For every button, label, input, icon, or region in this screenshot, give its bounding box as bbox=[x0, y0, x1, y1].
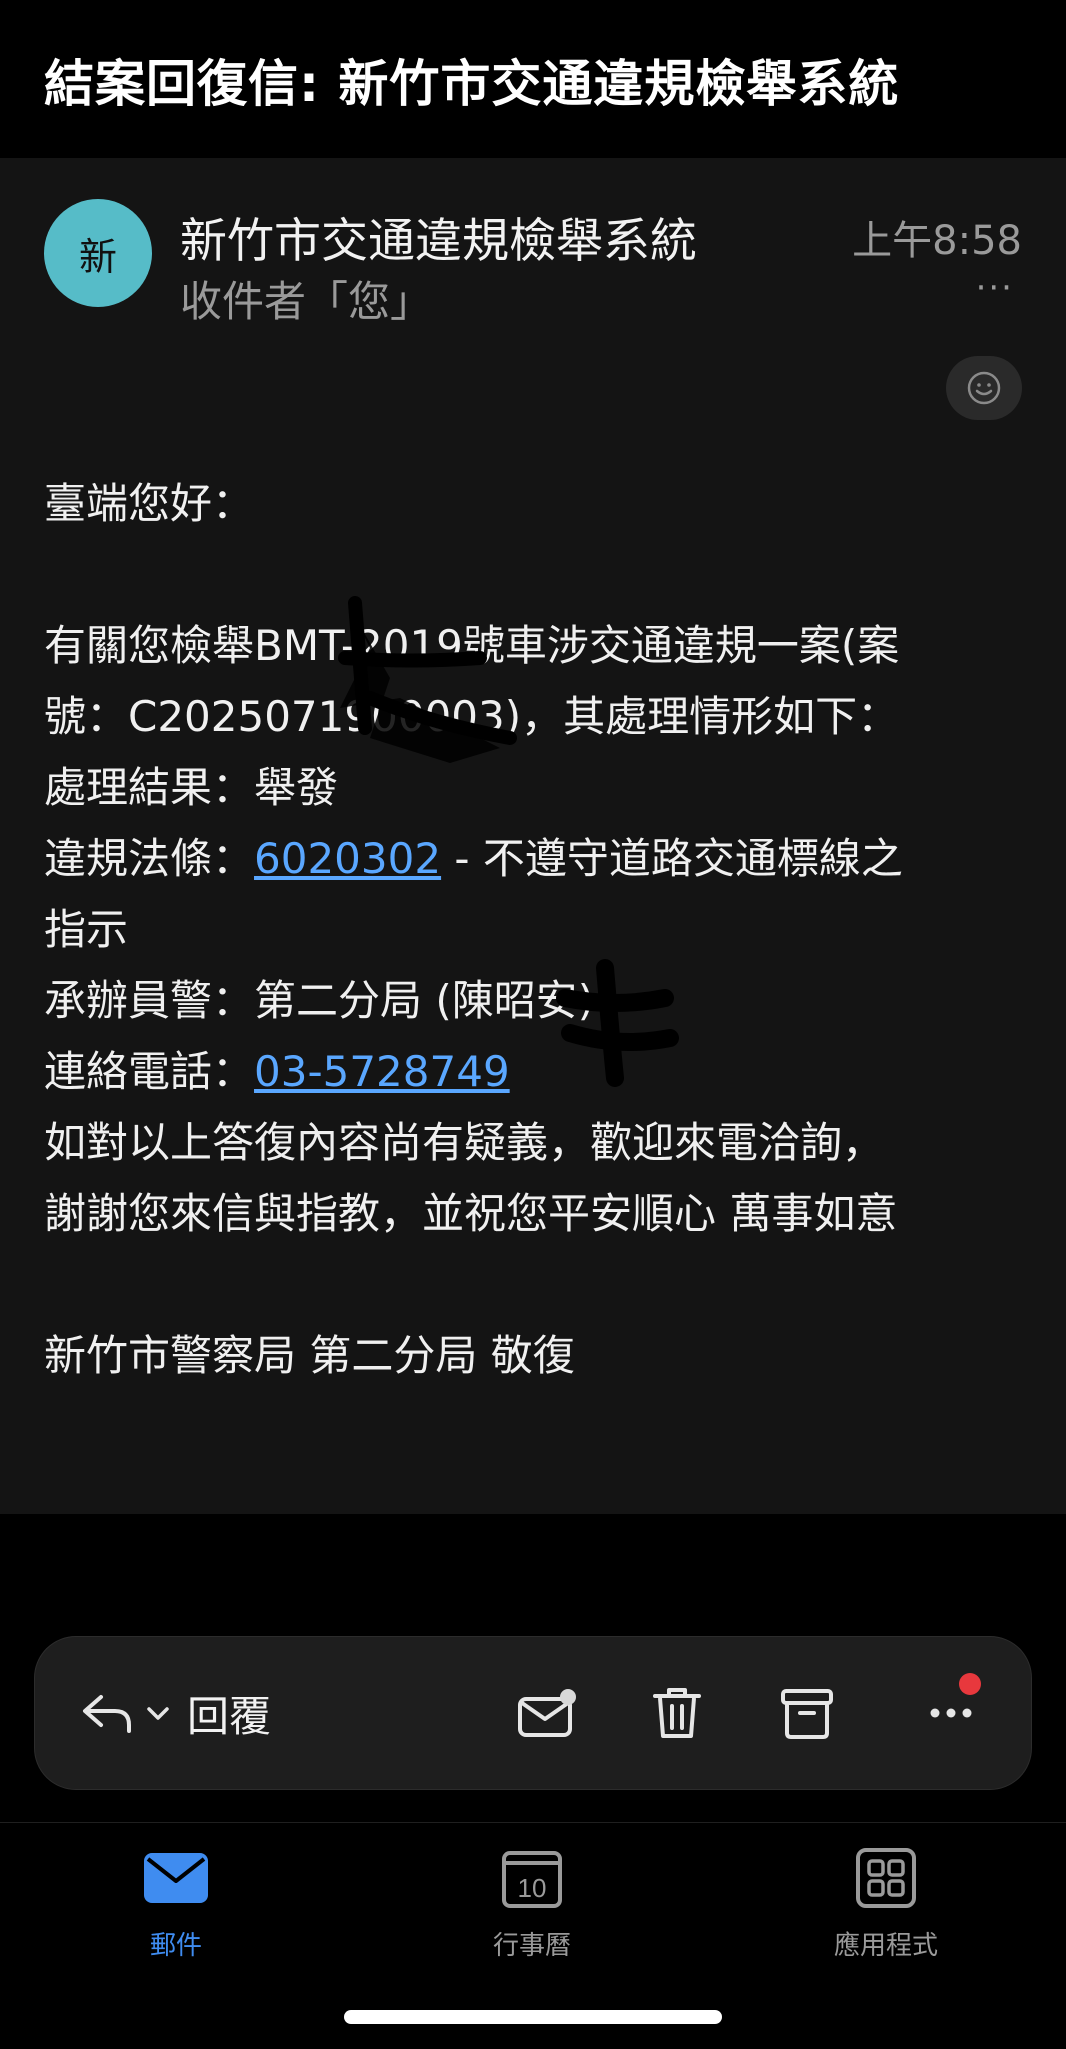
calendar-day: 10 bbox=[518, 1873, 547, 1903]
sender-name[interactable]: 新竹市交通違規檢舉系統 bbox=[180, 202, 697, 271]
trash-icon bbox=[653, 1688, 701, 1738]
calendar-icon: 10 bbox=[502, 1851, 562, 1908]
mark-unread-button[interactable] bbox=[511, 1677, 583, 1749]
body-line-2: 號：C2025071900003)，其處理情形如下： bbox=[44, 692, 900, 741]
greeting: 臺端您好： bbox=[44, 479, 255, 528]
email-body: 臺端您好： 有關您檢舉BMT-2019號車涉交通違規一案(案 號：C202507… bbox=[44, 468, 1034, 1391]
phone-label: 連絡電話： bbox=[44, 1047, 255, 1096]
smiley-icon bbox=[967, 371, 1001, 405]
closing-line-1: 如對以上答復內容尚有疑義，歡迎來電洽詢， bbox=[44, 1118, 885, 1167]
reply-arrow-icon bbox=[83, 1695, 131, 1733]
chevron-down-icon[interactable] bbox=[143, 1698, 173, 1728]
officer-value: 第二分局 (陳昭安) bbox=[254, 976, 595, 1025]
home-indicator[interactable] bbox=[344, 2010, 722, 2024]
mail-unread-icon bbox=[518, 1689, 576, 1737]
reply-button[interactable]: 回覆 bbox=[79, 1677, 271, 1749]
body-line-1: 有關您檢舉BMT-2019號車涉交通違規一案(案 bbox=[44, 621, 900, 670]
reply-label: 回覆 bbox=[187, 1691, 272, 1741]
notification-badge bbox=[959, 1673, 981, 1695]
delete-button[interactable] bbox=[641, 1677, 713, 1749]
more-options-icon[interactable]: ··· bbox=[976, 268, 1014, 308]
tab-apps-label: 應用程式 bbox=[833, 1931, 938, 1961]
phone-line: 連絡電話：03-5728749 bbox=[44, 1036, 1034, 1107]
result-value: 舉發 bbox=[254, 763, 339, 812]
tab-calendar[interactable]: 10 行事曆 bbox=[432, 1843, 632, 1962]
tab-mail-label: 郵件 bbox=[149, 1931, 202, 1961]
email-card: 新 新竹市交通違規檢舉系統 收件者「您」 上午8:58 ··· 臺端您好： 有關… bbox=[0, 158, 1066, 1514]
law-description: - 不遵守道路交通標線之 bbox=[441, 834, 903, 883]
phone-link[interactable]: 03-5728749 bbox=[254, 1047, 510, 1096]
received-time: 上午8:58 bbox=[852, 218, 1022, 264]
mail-icon bbox=[144, 1853, 208, 1903]
law-code-link[interactable]: 6020302 bbox=[254, 834, 441, 883]
archive-icon bbox=[781, 1689, 833, 1739]
recipient-line[interactable]: 收件者「您」 bbox=[180, 268, 432, 329]
sender-avatar[interactable]: 新 bbox=[44, 199, 152, 307]
closing-line-2: 謝謝您來信與指教，並祝您平安順心 萬事如意 bbox=[44, 1189, 898, 1238]
archive-button[interactable] bbox=[771, 1677, 843, 1749]
law-description-cont: 指示 bbox=[44, 905, 129, 954]
apps-icon bbox=[856, 1848, 916, 1908]
more-actions-button[interactable] bbox=[915, 1673, 987, 1749]
ellipsis-icon bbox=[930, 1708, 972, 1718]
tab-apps[interactable]: 應用程式 bbox=[786, 1843, 986, 1962]
add-reaction-button[interactable] bbox=[946, 356, 1022, 420]
law-label: 違規法條： bbox=[44, 834, 255, 883]
officer-line: 承辦員警：第二分局 (陳昭安) bbox=[44, 965, 1034, 1036]
tab-calendar-label: 行事曆 bbox=[492, 1931, 571, 1961]
tab-mail[interactable]: 郵件 bbox=[76, 1843, 276, 1962]
law-line: 違規法條：6020302 - 不遵守道路交通標線之 bbox=[44, 823, 1034, 894]
result-line: 處理結果：舉發 bbox=[44, 752, 1034, 823]
officer-label: 承辦員警： bbox=[44, 976, 255, 1025]
subject-bar: 結案回復信: 新竹市交通違規檢舉系統 bbox=[0, 0, 1066, 158]
message-action-bar: 回覆 bbox=[34, 1636, 1032, 1790]
result-label: 處理結果： bbox=[44, 763, 255, 812]
email-subject: 結案回復信: 新竹市交通違規檢舉系統 bbox=[44, 55, 900, 113]
signature: 新竹市警察局 第二分局 敬復 bbox=[44, 1331, 575, 1380]
